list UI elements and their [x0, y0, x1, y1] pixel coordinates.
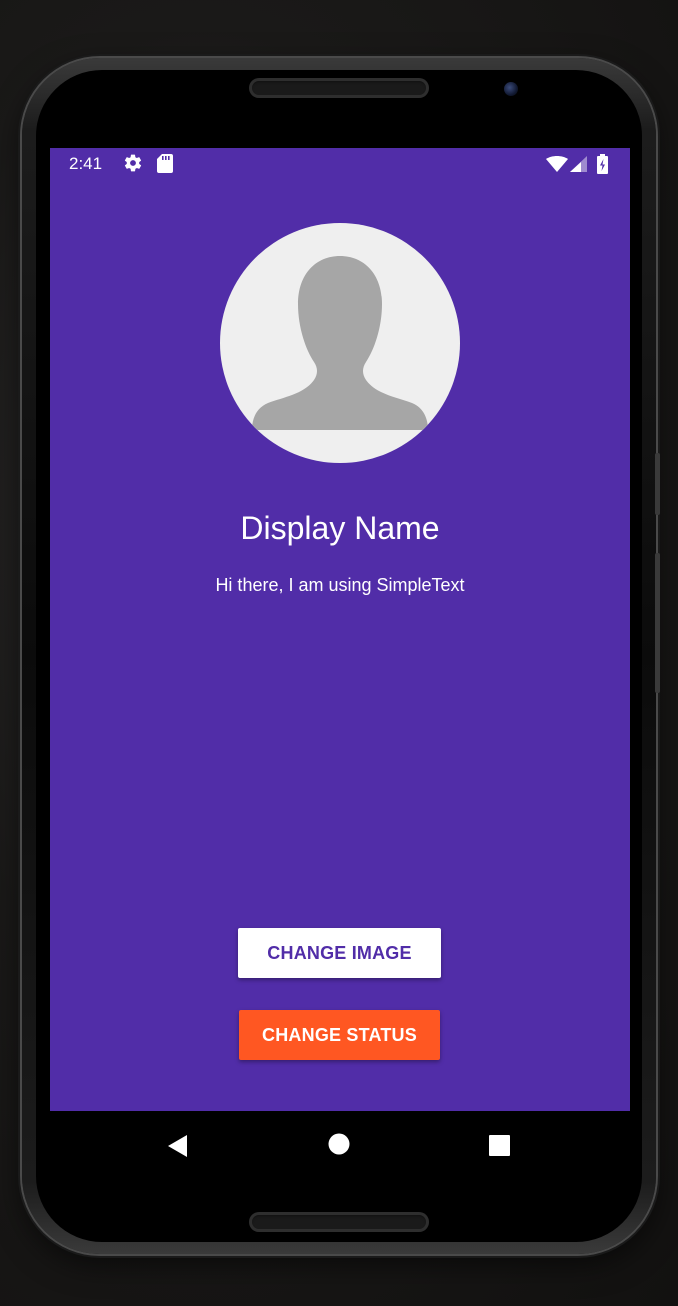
change-status-button[interactable]: CHANGE STATUS: [239, 1010, 440, 1060]
front-camera-icon: [504, 82, 518, 96]
status-message: Hi there, I am using SimpleText: [215, 575, 465, 595]
profile-avatar[interactable]: [220, 223, 460, 463]
display-name: Display Name: [240, 510, 440, 546]
home-icon[interactable]: [328, 1133, 354, 1159]
status-bar: 2:41: [50, 148, 630, 180]
profile-screen: 2:41 Display Name Hi there, I am using S…: [50, 148, 630, 1111]
recents-icon[interactable]: [488, 1135, 514, 1161]
power-button: [655, 553, 660, 693]
status-time: 2:41: [69, 154, 103, 173]
earpiece-speaker: [249, 78, 429, 98]
cell-signal-icon: [570, 156, 587, 177]
settings-icon: [123, 153, 143, 178]
battery-charging-icon: [597, 154, 608, 179]
back-icon[interactable]: [166, 1133, 192, 1159]
sd-card-icon: [157, 154, 173, 178]
device-screen: 2:41 Display Name Hi there, I am using S…: [50, 148, 630, 1180]
default-avatar-icon: [252, 256, 428, 430]
change-image-button[interactable]: CHANGE IMAGE: [238, 928, 441, 978]
bottom-speaker: [249, 1212, 429, 1232]
volume-button: [655, 453, 660, 515]
navigation-bar: [50, 1111, 630, 1180]
wifi-icon: [546, 156, 568, 177]
